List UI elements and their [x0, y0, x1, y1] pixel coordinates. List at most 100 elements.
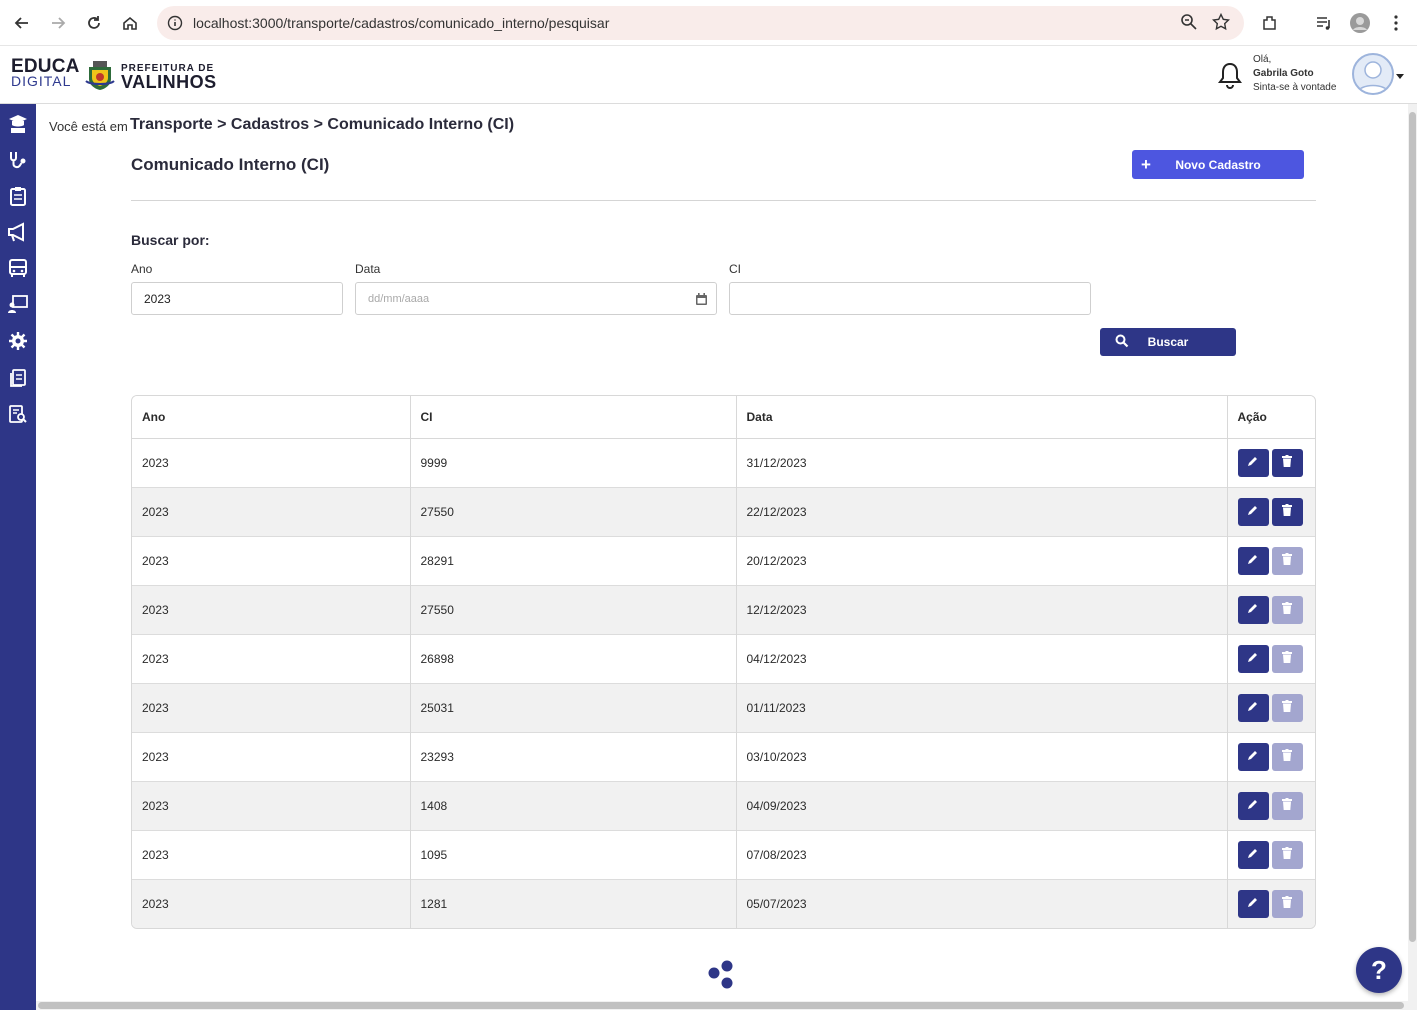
cell-data: 03/10/2023 [735, 731, 1227, 781]
cell-data: 01/11/2023 [735, 682, 1227, 732]
search-button[interactable]: Buscar [1100, 328, 1236, 356]
cell-ci: 27550 [409, 486, 736, 536]
cell-ano: 2023 [132, 731, 410, 781]
reload-icon[interactable] [80, 9, 108, 37]
report-search-icon[interactable] [7, 403, 29, 425]
graduation-icon[interactable] [7, 113, 29, 135]
forward-icon[interactable] [44, 9, 72, 37]
trash-icon [1282, 798, 1292, 813]
cell-ci: 1095 [409, 829, 736, 879]
page-title: Comunicado Interno (CI) [131, 155, 330, 174]
edit-button[interactable] [1237, 546, 1269, 575]
trash-icon [1282, 847, 1292, 862]
bookmark-star-icon[interactable] [1211, 12, 1231, 36]
help-button[interactable]: ? [1356, 947, 1402, 993]
user-name: Gabrila Goto [1253, 68, 1314, 79]
edit-button[interactable] [1237, 497, 1269, 526]
delete-button[interactable] [1271, 546, 1303, 575]
browser-toolbar: localhost:3000/transporte/cadastros/comu… [0, 0, 1417, 46]
vertical-scrollbar[interactable] [1408, 104, 1417, 1010]
date-field[interactable]: dd/mm/aaaa [355, 282, 717, 315]
clipboard-icon[interactable] [7, 185, 29, 207]
site-info-icon[interactable] [165, 13, 185, 33]
educa-digital-logo[interactable]: EDUCA DIGITAL [11, 57, 80, 88]
gear-icon[interactable] [7, 330, 29, 352]
edit-button[interactable] [1237, 791, 1269, 820]
results-table: Ano CI Data Ação 2023 9999 31/12/2023 2023 2… [131, 395, 1316, 929]
date-placeholder: dd/mm/aaaa [368, 292, 430, 305]
cell-ci: 1281 [409, 878, 736, 928]
delete-button[interactable] [1271, 889, 1303, 918]
data-label: Data [355, 262, 381, 276]
delete-button[interactable] [1271, 497, 1303, 526]
cell-ano: 2023 [132, 633, 410, 683]
cell-ci: 26898 [409, 633, 736, 683]
address-bar[interactable]: localhost:3000/transporte/cadastros/comu… [157, 6, 1244, 40]
cell-data: 04/12/2023 [735, 633, 1227, 683]
trash-icon [1282, 651, 1292, 666]
horizontal-scrollbar[interactable] [36, 1001, 1408, 1010]
calendar-icon[interactable] [696, 293, 707, 308]
trash-icon [1282, 602, 1292, 617]
notification-bell-icon[interactable] [1217, 61, 1243, 89]
scrollbar-thumb[interactable] [38, 1002, 1404, 1009]
documents-icon[interactable] [7, 367, 29, 389]
header-acao: Ação [1226, 396, 1315, 439]
edit-button[interactable] [1237, 595, 1269, 624]
ano-field[interactable]: 2023 [131, 282, 343, 315]
cell-ano: 2023 [132, 682, 410, 732]
pencil-icon [1247, 700, 1259, 715]
trash-icon [1282, 896, 1292, 911]
cell-ci: 25031 [409, 682, 736, 732]
edit-button[interactable] [1237, 889, 1269, 918]
zoom-icon[interactable] [1180, 13, 1198, 36]
delete-button[interactable] [1271, 448, 1303, 477]
scrollbar-thumb[interactable] [1409, 112, 1416, 942]
pencil-icon [1247, 455, 1259, 470]
cell-data: 22/12/2023 [735, 486, 1227, 536]
cell-acao [1226, 682, 1315, 732]
edit-button[interactable] [1237, 448, 1269, 477]
profile-icon[interactable] [1346, 9, 1374, 37]
cell-acao [1226, 486, 1315, 536]
delete-button[interactable] [1271, 840, 1303, 869]
back-icon[interactable] [8, 9, 36, 37]
valinhos-crest-icon [85, 59, 115, 91]
pencil-icon [1247, 553, 1259, 568]
header-data: Data [735, 396, 1227, 439]
table-row: 2023 23293 03/10/2023 [132, 731, 1315, 781]
cell-ano: 2023 [132, 486, 410, 536]
browser-menu-icon[interactable] [1382, 9, 1410, 37]
cell-data: 12/12/2023 [735, 584, 1227, 634]
cell-acao [1226, 829, 1315, 879]
user-greeting[interactable]: Olá, Gabrila Goto Sinta-se à vontade [1253, 53, 1336, 95]
cell-data: 07/08/2023 [735, 829, 1227, 879]
stethoscope-icon[interactable] [7, 149, 29, 171]
chevron-down-icon[interactable] [1396, 74, 1404, 79]
extensions-icon[interactable] [1256, 9, 1284, 37]
edit-button[interactable] [1237, 693, 1269, 722]
ci-field[interactable] [729, 282, 1091, 315]
edit-button[interactable] [1237, 840, 1269, 869]
new-record-button[interactable]: + Novo Cadastro [1132, 150, 1304, 179]
media-queue-icon[interactable] [1310, 9, 1338, 37]
trash-icon [1282, 553, 1292, 568]
delete-button[interactable] [1271, 791, 1303, 820]
edit-button[interactable] [1237, 644, 1269, 673]
avatar[interactable] [1352, 53, 1394, 95]
cell-acao [1226, 878, 1315, 928]
delete-button[interactable] [1271, 693, 1303, 722]
edit-button[interactable] [1237, 742, 1269, 771]
bus-icon[interactable] [7, 257, 29, 279]
megaphone-icon[interactable] [7, 221, 29, 243]
delete-button[interactable] [1271, 742, 1303, 771]
cell-acao [1226, 731, 1315, 781]
pencil-icon [1247, 847, 1259, 862]
delete-button[interactable] [1271, 644, 1303, 673]
cell-ano: 2023 [132, 878, 410, 928]
cell-data: 05/07/2023 [735, 878, 1227, 928]
teacher-icon[interactable] [7, 293, 29, 315]
delete-button[interactable] [1271, 595, 1303, 624]
home-icon[interactable] [116, 9, 144, 37]
search-heading: Buscar por: [131, 232, 210, 248]
